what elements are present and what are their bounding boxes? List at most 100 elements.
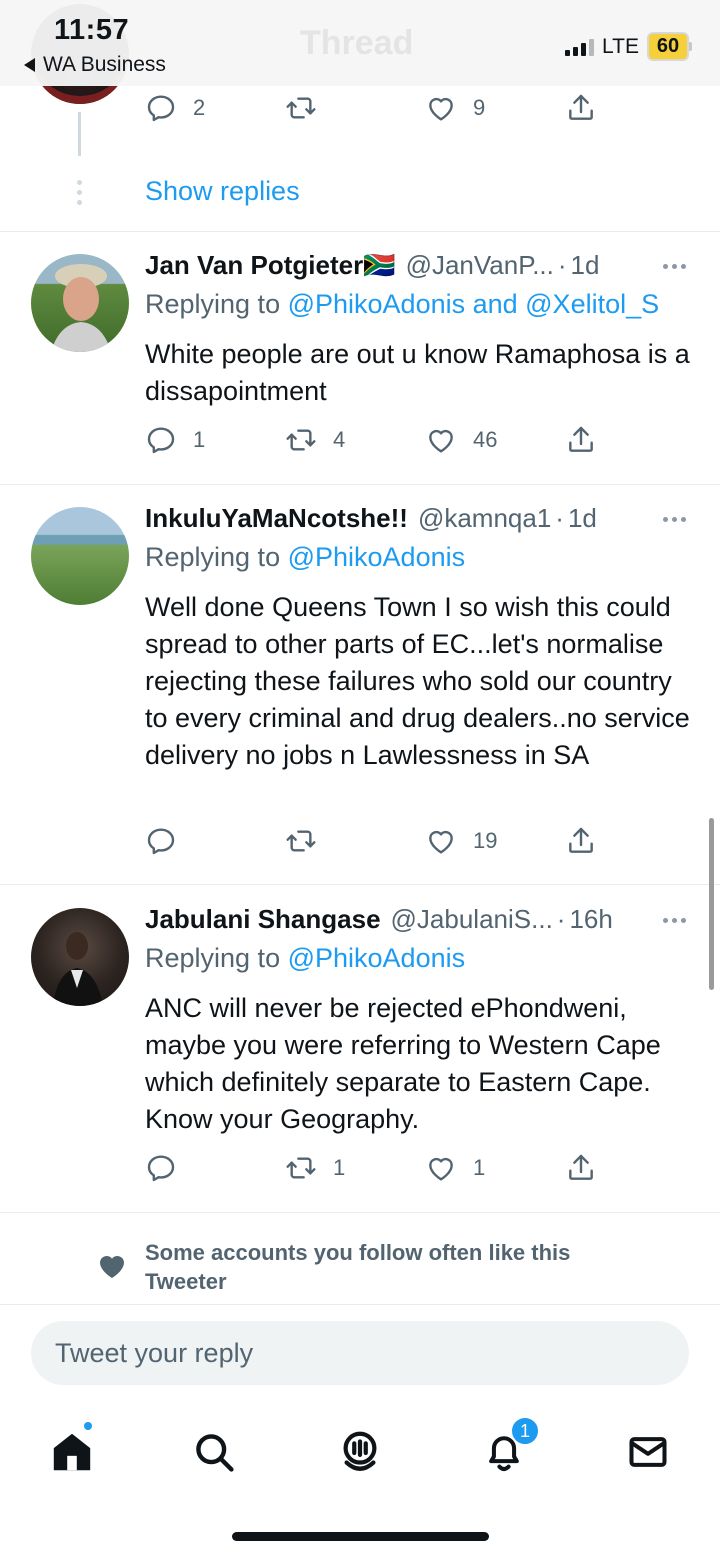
reply-icon (147, 828, 175, 855)
divider (0, 1212, 720, 1213)
like-count: 19 (473, 828, 498, 853)
avatar[interactable] (31, 908, 129, 1006)
like-button[interactable]: 46 (425, 420, 497, 460)
replying-to: Replying to @PhikoAdonis and @Xelitol_S (145, 289, 700, 320)
back-triangle-icon (24, 58, 35, 72)
share-icon (569, 827, 593, 853)
envelope-icon (629, 1437, 667, 1467)
home-indicator[interactable] (232, 1532, 489, 1541)
retweet-icon (286, 830, 316, 852)
retweet-icon (286, 429, 316, 451)
display-name[interactable]: InkuluYaMaNcotshe!! (145, 503, 408, 534)
scrollbar[interactable] (709, 818, 714, 990)
bottom-tab-bar: 1 (0, 1400, 720, 1559)
timestamp: 1d (570, 250, 600, 280)
cellular-signal-icon (565, 38, 595, 56)
retweet-button[interactable] (285, 821, 333, 861)
replying-to: Replying to @PhikoAdonis (145, 542, 700, 573)
retweet-button[interactable]: 1 (285, 1148, 345, 1188)
spaces-microphone-icon (343, 1431, 377, 1471)
status-bar: Thread 11:57 WA Business LTE 60 (0, 0, 720, 86)
display-name[interactable]: Jabulani Shangase (145, 904, 381, 935)
replying-to: Replying to @PhikoAdonis (145, 943, 700, 974)
back-to-app-button[interactable]: WA Business (24, 53, 166, 77)
reply-count: 1 (193, 427, 206, 452)
reply-button[interactable]: 1 (145, 420, 205, 460)
display-name[interactable]: Jan Van Potgieter🇿🇦 (145, 250, 396, 281)
thread-line (78, 112, 81, 156)
tab-home[interactable] (42, 1420, 102, 1482)
more-options-icon[interactable] (663, 517, 686, 522)
reply-button[interactable] (145, 821, 193, 861)
avatar-portrait (51, 264, 111, 352)
tab-spaces[interactable] (330, 1422, 390, 1482)
avatar[interactable] (31, 507, 129, 605)
more-options-icon[interactable] (663, 264, 686, 269)
share-button[interactable] (565, 88, 597, 128)
handle[interactable]: @JanVanP... (406, 250, 554, 281)
heart-icon (429, 830, 453, 854)
share-icon (569, 426, 593, 452)
retweet-count: 4 (333, 427, 346, 452)
reply-button[interactable] (145, 1148, 193, 1188)
divider (0, 884, 720, 885)
home-icon (53, 1433, 91, 1471)
share-button[interactable] (565, 1148, 597, 1188)
divider (0, 231, 720, 232)
show-replies-link[interactable]: Show replies (145, 176, 300, 207)
heart-filled-icon (96, 1250, 128, 1287)
retweet-button[interactable] (285, 88, 333, 128)
heart-icon (429, 97, 453, 121)
heart-icon (429, 429, 453, 453)
retweet-icon (286, 1157, 316, 1179)
reply-icon (147, 95, 175, 122)
avatar[interactable] (31, 254, 129, 352)
replying-to-prefix: Replying to (145, 289, 288, 319)
social-proof-text: Some accounts you follow often like this… (145, 1240, 571, 1294)
share-icon (569, 1154, 593, 1180)
retweet-icon (286, 97, 316, 119)
handle[interactable]: @JabulaniS... (391, 904, 553, 935)
retweet-button[interactable]: 4 (285, 420, 345, 460)
reply-icon (147, 427, 175, 454)
handle[interactable]: @kamnqa1 (418, 503, 551, 534)
timestamp: 1d (567, 503, 597, 533)
status-indicators: LTE 60 (565, 32, 692, 61)
replying-to-prefix: Replying to (145, 943, 288, 973)
battery-icon: 60 (647, 32, 692, 61)
avatar-portrait (53, 932, 103, 1006)
heart-icon (429, 1157, 453, 1181)
reply-button[interactable]: 2 (145, 88, 205, 128)
tab-notifications[interactable]: 1 (474, 1416, 540, 1482)
tweet-text: White people are out u know Ramaphosa is… (145, 339, 690, 406)
replying-to-mentions[interactable]: @PhikoAdonis (288, 943, 466, 973)
replying-to-mentions[interactable]: @PhikoAdonis and @Xelitol_S (288, 289, 660, 319)
status-time: 11:57 (54, 14, 130, 46)
reply-composer: Tweet your reply (0, 1304, 720, 1400)
replying-to-mentions[interactable]: @PhikoAdonis (288, 542, 466, 572)
battery-level: 60 (647, 32, 689, 61)
reply-input[interactable]: Tweet your reply (31, 1321, 689, 1385)
like-button[interactable]: 19 (425, 821, 497, 861)
like-button[interactable]: 9 (425, 88, 485, 128)
like-count: 9 (473, 95, 486, 120)
back-app-label: WA Business (43, 53, 166, 76)
reply-icon (147, 1155, 175, 1182)
more-options-icon[interactable] (663, 918, 686, 923)
share-button[interactable] (565, 821, 597, 861)
like-button[interactable]: 1 (425, 1148, 485, 1188)
share-icon (569, 94, 593, 120)
tweet-text: Well done Queens Town I so wish this cou… (145, 592, 690, 770)
share-button[interactable] (565, 420, 597, 460)
tab-messages[interactable] (618, 1422, 678, 1482)
like-count: 1 (473, 1155, 486, 1180)
tweet-header: InkuluYaMaNcotshe!! @kamnqa1 · 1d (145, 503, 597, 534)
tab-search[interactable] (184, 1422, 244, 1482)
tweet-actions: 1 1 (145, 1148, 605, 1188)
tweet-actions: 1 4 46 (145, 420, 605, 460)
replying-to-prefix: Replying to (145, 542, 288, 572)
like-count: 46 (473, 427, 498, 452)
tweet-actions: 19 (145, 821, 605, 861)
notifications-badge: 1 (510, 1416, 540, 1446)
timestamp: 16h (569, 904, 613, 934)
